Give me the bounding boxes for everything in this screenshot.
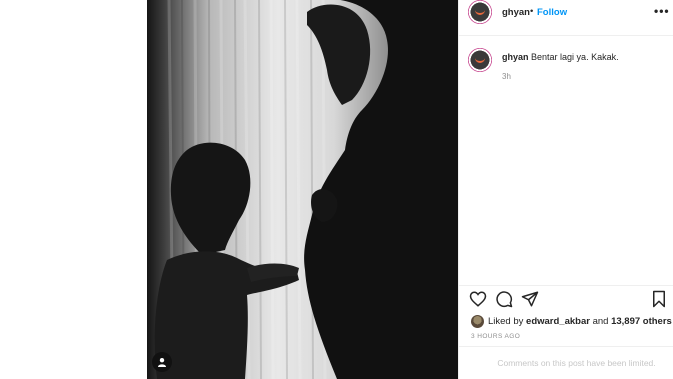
action-bar — [459, 285, 673, 311]
left-gutter — [0, 0, 147, 379]
post-photo-image — [147, 0, 458, 379]
liked-by-prefix: Liked by — [488, 315, 524, 327]
avatar[interactable] — [468, 0, 492, 24]
comment-icon — [496, 291, 513, 308]
post-photo[interactable] — [147, 0, 458, 379]
post-timestamp[interactable]: 3 HOURS AGO — [471, 333, 520, 340]
caption-username[interactable]: ghyan — [502, 52, 529, 62]
comment-button[interactable] — [495, 290, 513, 308]
username-link[interactable]: ghyan — [502, 7, 530, 18]
avatar[interactable] — [468, 48, 492, 72]
post-side-panel: ghyan • Follow ••• ghyan Bentar lagi ya.… — [458, 0, 673, 379]
liked-by-others-link[interactable]: 13,897 others — [611, 316, 672, 327]
liked-by-and: and — [592, 315, 609, 327]
caption-comment: ghyan Bentar lagi ya. Kakak. 3h — [459, 45, 673, 85]
avatar-graphic — [475, 10, 485, 15]
share-button[interactable] — [521, 290, 539, 308]
post-header: ghyan • Follow ••• — [459, 0, 673, 36]
heart-icon — [469, 291, 487, 307]
caption-text: ghyan Bentar lagi ya. Kakak. — [502, 52, 619, 62]
header-separator: • — [530, 6, 534, 17]
bookmark-icon — [653, 290, 665, 308]
caption-timestamp[interactable]: 3h — [502, 72, 511, 81]
caption-body: Bentar lagi ya. Kakak. — [531, 52, 619, 62]
share-icon — [521, 291, 539, 307]
user-tag-button[interactable] — [152, 352, 172, 372]
save-button[interactable] — [650, 290, 668, 308]
follow-button[interactable]: Follow — [537, 7, 567, 18]
more-options-icon[interactable]: ••• — [654, 4, 670, 18]
avatar-graphic — [475, 58, 485, 63]
user-tag-icon — [158, 358, 166, 367]
comments-limited-notice: Comments on this post have been limited. — [459, 346, 673, 379]
liked-by-user-link[interactable]: edward_akbar — [526, 316, 590, 327]
likes-summary: Liked by edward_akbar and 13,897 others — [471, 313, 672, 329]
like-button[interactable] — [469, 290, 487, 308]
liker-avatar[interactable] — [471, 314, 484, 328]
